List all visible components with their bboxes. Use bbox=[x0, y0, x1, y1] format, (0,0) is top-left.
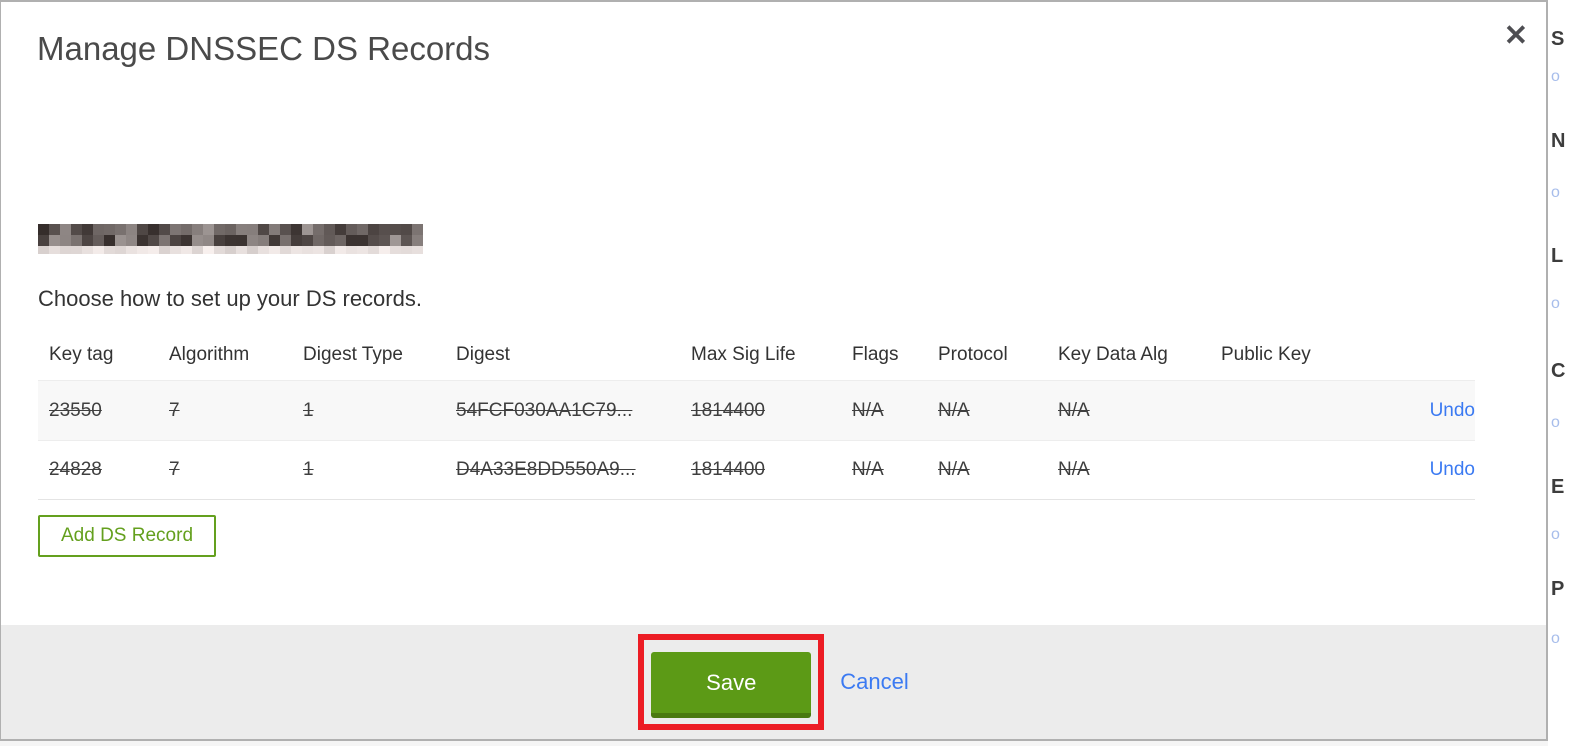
cell-digest-type: 1 bbox=[303, 399, 314, 421]
add-ds-record-button[interactable]: Add DS Record bbox=[38, 515, 217, 557]
undo-link[interactable]: Undo bbox=[1430, 400, 1475, 421]
column-header-max-sig-life: Max Sig Life bbox=[691, 344, 796, 365]
cell-protocol: N/A bbox=[938, 459, 970, 480]
background-page-fragment: o bbox=[1551, 68, 1560, 85]
cell-protocol: N/A bbox=[938, 399, 970, 421]
table-row: 23550 7 1 54FCF030AA1C79... 1814400 N/A … bbox=[38, 380, 1475, 440]
dialog-footer: Save Cancel bbox=[1, 625, 1546, 739]
instruction-text: Choose how to set up your DS records. bbox=[38, 286, 422, 311]
background-page-bottom-strip bbox=[0, 741, 1548, 746]
column-header-public-key: Public Key bbox=[1221, 344, 1311, 365]
dialog-title: Manage DNSSEC DS Records bbox=[37, 30, 491, 67]
ds-records-table: Key tag Algorithm Digest Type Digest Max… bbox=[38, 330, 1475, 500]
cell-digest: D4A33E8DD550A9... bbox=[456, 459, 636, 480]
cell-flags: N/A bbox=[852, 459, 884, 480]
undo-link[interactable]: Undo bbox=[1430, 459, 1475, 480]
background-page-edge: So No Lo Co Eo Po bbox=[1548, 0, 1574, 746]
background-page-fragment: o bbox=[1551, 526, 1560, 543]
column-header-key-tag: Key tag bbox=[49, 344, 114, 365]
cell-flags: N/A bbox=[852, 399, 884, 421]
background-page-fragment: o bbox=[1551, 295, 1560, 312]
cell-max-sig-life: 1814400 bbox=[691, 399, 765, 421]
cell-algorithm: 7 bbox=[169, 459, 180, 480]
column-header-algorithm: Algorithm bbox=[169, 344, 250, 365]
table-row: 24828 7 1 D4A33E8DD550A9... 1814400 N/A … bbox=[38, 440, 1475, 500]
cell-digest: 54FCF030AA1C79... bbox=[456, 399, 633, 421]
manage-dnssec-dialog: Manage DNSSEC DS Records ✕ Choose how to… bbox=[0, 0, 1548, 741]
save-highlight-annotation: Save bbox=[638, 634, 825, 730]
cell-actions: Undo bbox=[1430, 459, 1475, 481]
close-icon[interactable]: ✕ bbox=[1504, 22, 1528, 51]
background-page-fragment: o bbox=[1551, 630, 1560, 647]
cell-actions: Undo bbox=[1430, 400, 1475, 422]
background-page-fragment: C bbox=[1551, 360, 1566, 382]
background-page-fragment: o bbox=[1551, 184, 1560, 201]
background-page-fragment: P bbox=[1551, 578, 1565, 600]
column-header-digest: Digest bbox=[456, 344, 510, 365]
background-page-fragment: L bbox=[1551, 245, 1564, 267]
cell-digest-type: 1 bbox=[303, 459, 314, 480]
redacted-domain-name bbox=[38, 224, 423, 254]
cell-key-tag: 24828 bbox=[49, 459, 102, 480]
background-page-fragment: o bbox=[1551, 414, 1560, 431]
cell-key-data-alg: N/A bbox=[1058, 399, 1090, 421]
background-page-fragment: E bbox=[1551, 476, 1565, 498]
cell-max-sig-life: 1814400 bbox=[691, 459, 765, 480]
background-page-fragment: N bbox=[1551, 130, 1566, 152]
column-header-protocol: Protocol bbox=[938, 344, 1008, 365]
table-header-row: Key tag Algorithm Digest Type Digest Max… bbox=[38, 330, 1475, 380]
save-button[interactable]: Save bbox=[651, 652, 812, 718]
cancel-link[interactable]: Cancel bbox=[840, 669, 908, 695]
cell-algorithm: 7 bbox=[169, 399, 180, 421]
column-header-key-data-alg: Key Data Alg bbox=[1058, 344, 1168, 365]
column-header-digest-type: Digest Type bbox=[303, 344, 403, 365]
cell-key-data-alg: N/A bbox=[1058, 459, 1090, 480]
background-page-fragment: S bbox=[1551, 28, 1565, 50]
cell-key-tag: 23550 bbox=[49, 399, 102, 421]
column-header-flags: Flags bbox=[852, 344, 899, 365]
